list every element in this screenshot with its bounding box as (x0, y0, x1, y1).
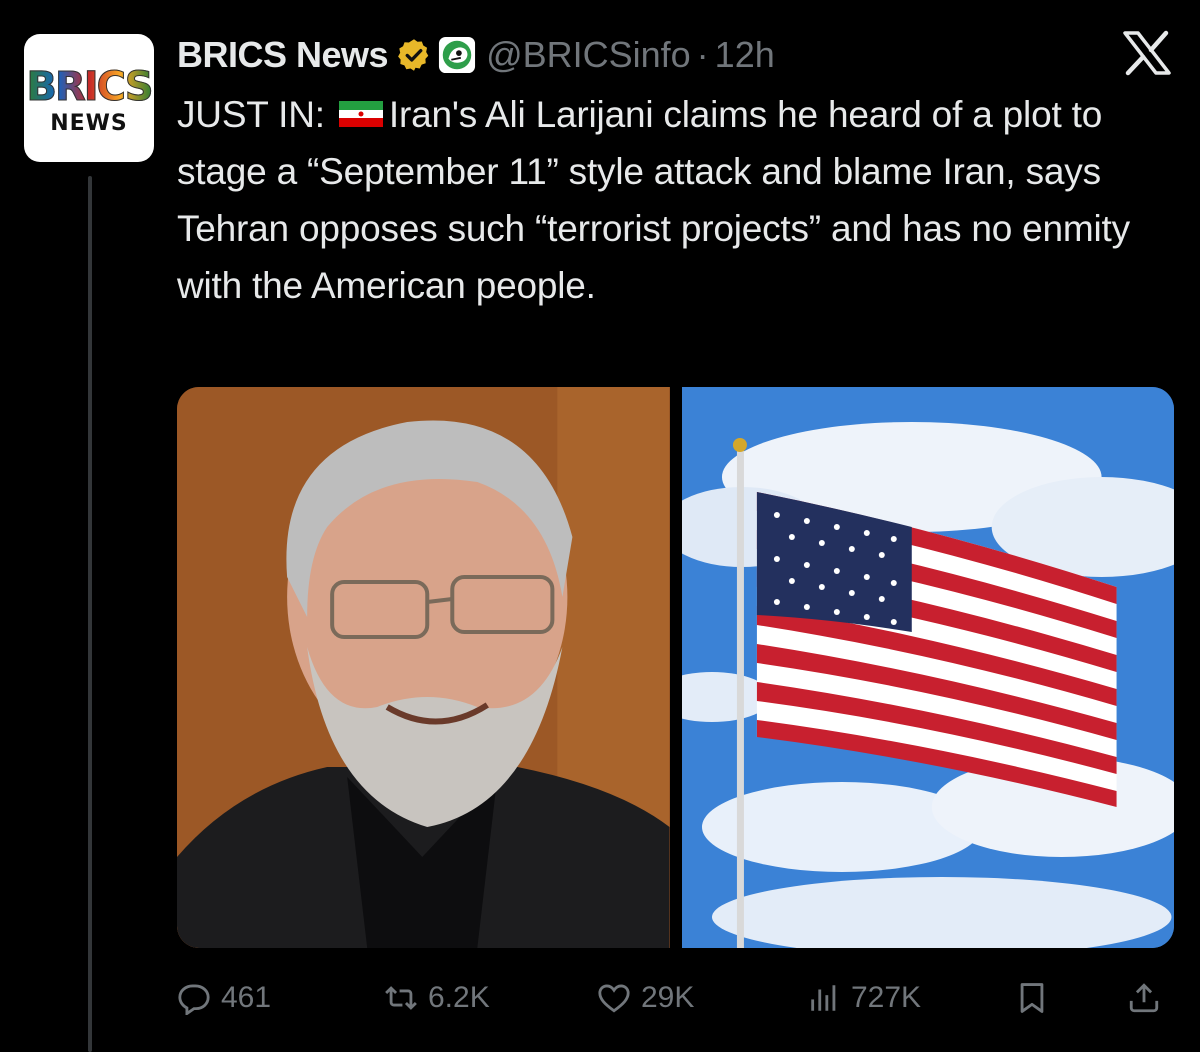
reply-count: 461 (221, 981, 272, 1014)
gold-check-badge-icon[interactable] (396, 37, 432, 73)
views-count: 727K (851, 981, 922, 1014)
tweet-header: BRICS News @BRICSinfo · 12h (177, 30, 775, 80)
bookmark-button[interactable] (1015, 968, 1049, 1028)
avatar-logo-subtext: NEWS (50, 110, 128, 136)
tweet-prefix: JUST IN: (177, 94, 325, 135)
like-count: 29K (641, 981, 695, 1014)
views-chart-icon (811, 985, 836, 1011)
post-time[interactable]: 12h (715, 34, 775, 76)
action-bar: 461 6.2K 29K 727K (177, 968, 1172, 1028)
us-flag-photo[interactable] (681, 387, 1174, 948)
portrait-photo[interactable] (177, 387, 670, 948)
repost-button[interactable]: 6.2K (384, 968, 490, 1028)
avatar-logo-text: BRICS (26, 63, 154, 110)
reply-icon (178, 984, 210, 1015)
repost-icon (385, 986, 417, 1010)
portrait-photo-icon (177, 387, 670, 948)
tweet-text: JUST IN: Iran's Ali Larijani claims he h… (177, 86, 1167, 314)
share-button[interactable] (1127, 968, 1161, 1028)
thread-line (88, 176, 92, 1052)
share-icon (1129, 983, 1159, 1013)
like-button[interactable]: 29K (597, 968, 694, 1028)
views-button[interactable]: 727K (807, 968, 921, 1028)
bookmark-icon (1020, 983, 1044, 1013)
repost-count: 6.2K (428, 981, 490, 1014)
us-flag-photo-icon (681, 387, 1174, 948)
header-separator: · (696, 34, 709, 75)
reply-button[interactable]: 461 (177, 968, 271, 1028)
heart-icon (598, 984, 630, 1013)
media-grid[interactable] (177, 387, 1174, 948)
avatar[interactable]: BRICS NEWS (24, 34, 154, 162)
author-handle[interactable]: @BRICSinfo (486, 34, 691, 76)
display-name[interactable]: BRICS News (177, 34, 389, 76)
x-logo-icon (1123, 30, 1171, 76)
affiliate-logo-icon[interactable] (438, 36, 476, 74)
iran-flag-icon (338, 101, 383, 128)
